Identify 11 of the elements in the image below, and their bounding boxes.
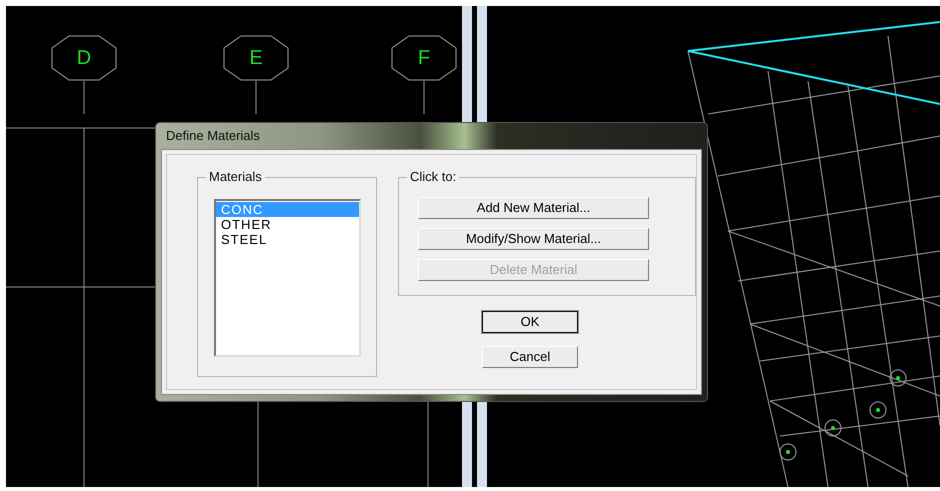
dialog-button[interactable]: Cancel [482, 346, 578, 368]
dialog-button[interactable]: OK [482, 311, 578, 333]
grid-bubble: E [223, 35, 289, 81]
list-item[interactable]: STEEL [216, 232, 359, 247]
materials-list[interactable]: CONC OTHER STEEL [214, 199, 361, 357]
action-button[interactable]: Modify/Show Material... [418, 228, 649, 250]
grid-bubble: F [391, 35, 457, 81]
list-item[interactable]: OTHER [216, 217, 359, 232]
grid-bubble: D [51, 35, 117, 81]
dialog-title: Define Materials [165, 127, 261, 145]
action-button[interactable]: Add New Material... [418, 197, 649, 219]
